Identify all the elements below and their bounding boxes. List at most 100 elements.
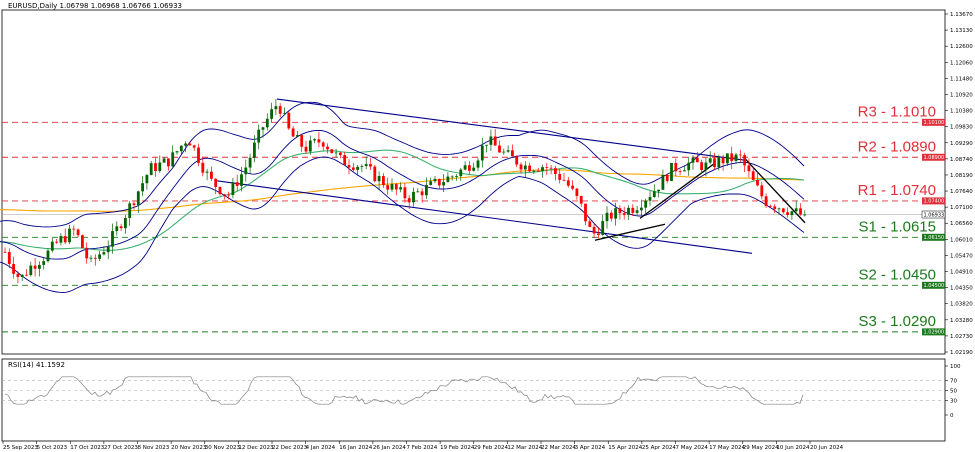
y-tick-label: 1.07100 bbox=[950, 205, 973, 211]
x-tick-label: 19 Feb 2024 bbox=[440, 445, 475, 451]
y-tick-label: 1.09290 bbox=[950, 141, 973, 147]
candle-body bbox=[506, 150, 510, 152]
candle-body bbox=[63, 236, 67, 243]
candle-body bbox=[201, 162, 205, 173]
trendline bbox=[594, 223, 666, 241]
candle-body bbox=[317, 139, 321, 143]
candle-body bbox=[7, 251, 11, 264]
candle-body bbox=[227, 194, 230, 196]
candle-body bbox=[339, 152, 342, 156]
candle-body bbox=[455, 176, 458, 177]
candle-body bbox=[326, 146, 329, 150]
candle-body bbox=[154, 163, 157, 172]
x-tick-label: 5 Oct 2023 bbox=[37, 445, 68, 451]
candle-body bbox=[704, 162, 708, 171]
y-tick-label: 1.02730 bbox=[950, 334, 973, 340]
x-tick-label: 7 May 2024 bbox=[676, 445, 709, 451]
rsi-tick-label: 50 bbox=[950, 389, 957, 395]
candle-body bbox=[751, 171, 755, 180]
y-tick-label: 1.03280 bbox=[950, 318, 973, 324]
candle-body bbox=[274, 106, 278, 110]
candle-body bbox=[609, 212, 613, 219]
y-tick-label: 1.11480 bbox=[950, 76, 973, 82]
candle-body bbox=[429, 181, 433, 185]
candle-body bbox=[12, 263, 15, 274]
level-label: S3 - 1.0290 bbox=[858, 313, 936, 330]
candle-body bbox=[214, 178, 218, 187]
candle-body bbox=[240, 174, 243, 186]
candle-body bbox=[498, 145, 501, 153]
candle-body bbox=[794, 208, 798, 212]
x-tick-label: 16 Jan 2024 bbox=[339, 445, 372, 451]
x-tick-label: 12 Dec 2023 bbox=[238, 445, 274, 451]
candle-body bbox=[347, 165, 351, 168]
candle-body bbox=[489, 136, 493, 145]
bollinger-middle-band bbox=[0, 129, 805, 260]
candle-body bbox=[283, 112, 286, 114]
x-tick-label: 10 Jun 2024 bbox=[776, 445, 810, 451]
candle-body bbox=[29, 265, 33, 276]
y-tick-label: 1.09830 bbox=[950, 125, 973, 131]
candle-body bbox=[356, 166, 359, 170]
indicator-lines bbox=[0, 98, 945, 405]
candle-body bbox=[231, 182, 235, 195]
candle-body bbox=[16, 273, 20, 277]
candle-body bbox=[472, 167, 476, 171]
candles bbox=[3, 98, 807, 284]
candle-body bbox=[132, 203, 136, 205]
candle-body bbox=[468, 165, 471, 171]
candle-body bbox=[584, 203, 587, 222]
candle-body bbox=[89, 257, 93, 259]
candle-body bbox=[93, 257, 97, 259]
candle-body bbox=[442, 182, 445, 186]
candle-body bbox=[261, 127, 265, 130]
y-tick-label: 1.08190 bbox=[950, 173, 973, 179]
candle-body bbox=[244, 167, 248, 175]
candle-body bbox=[640, 207, 643, 211]
candle-body bbox=[549, 167, 553, 169]
candle-body bbox=[291, 128, 295, 137]
candle-body bbox=[184, 143, 187, 146]
candle-body bbox=[541, 167, 544, 172]
candle-body bbox=[373, 166, 377, 182]
candle-body bbox=[351, 167, 355, 170]
y-tick-label: 1.10380 bbox=[950, 109, 973, 115]
candle-body bbox=[579, 196, 583, 204]
candle-body bbox=[601, 221, 605, 235]
candle-body bbox=[519, 164, 523, 170]
rsi-tick-label: 100 bbox=[950, 364, 961, 370]
candle-body bbox=[781, 208, 785, 213]
candle-body bbox=[377, 176, 381, 182]
candle-body bbox=[205, 171, 209, 173]
candle-body bbox=[313, 139, 316, 141]
candle-body bbox=[386, 185, 390, 190]
candle-body bbox=[515, 156, 519, 165]
candle-body bbox=[554, 168, 557, 175]
candle-body bbox=[115, 226, 119, 232]
level-label: R2 - 1.0890 bbox=[858, 138, 936, 155]
candle-body bbox=[145, 175, 149, 184]
candle-body bbox=[38, 264, 41, 269]
candle-body bbox=[485, 144, 488, 146]
candle-body bbox=[592, 227, 596, 234]
candle-body bbox=[360, 166, 364, 167]
candle-body bbox=[502, 151, 506, 153]
candle-body bbox=[278, 106, 282, 114]
candle-body bbox=[566, 180, 570, 186]
candle-body bbox=[450, 176, 454, 178]
candle-body bbox=[175, 151, 179, 153]
candle-body bbox=[674, 162, 678, 172]
candle-body bbox=[141, 183, 144, 192]
level-price-tag-text: 1.10100 bbox=[924, 120, 945, 126]
candle-body bbox=[188, 143, 192, 146]
y-tick-label: 1.06010 bbox=[950, 237, 973, 243]
candle-body bbox=[296, 135, 299, 137]
candle-body bbox=[3, 251, 7, 253]
candle-body bbox=[644, 200, 648, 208]
candle-body bbox=[652, 191, 656, 198]
x-tick-label: 27 Oct 2023 bbox=[104, 445, 139, 451]
candle-body bbox=[463, 165, 467, 170]
candle-body bbox=[149, 163, 153, 176]
candle-body bbox=[102, 252, 106, 255]
candle-body bbox=[536, 170, 540, 172]
